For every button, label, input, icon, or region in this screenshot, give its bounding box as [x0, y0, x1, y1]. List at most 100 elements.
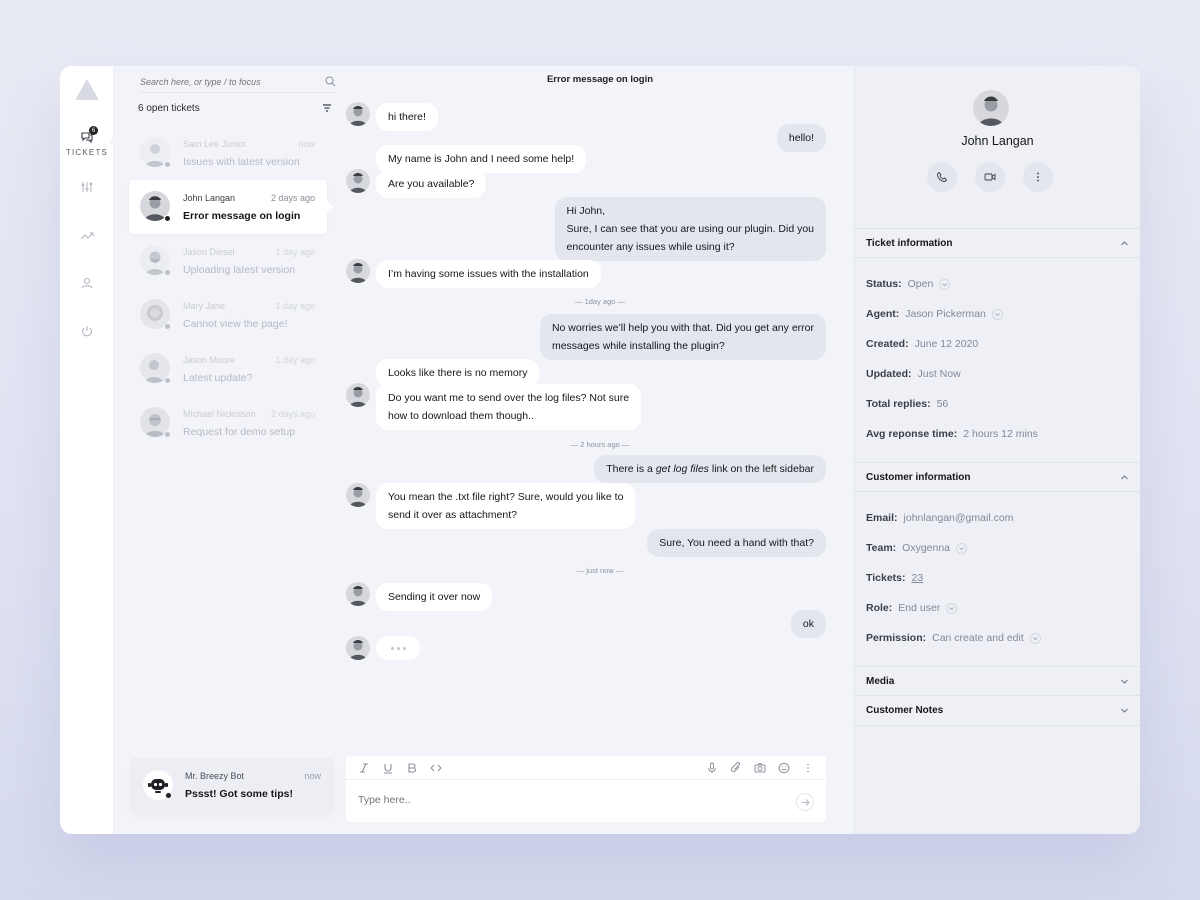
underline-icon[interactable] — [382, 762, 394, 774]
ticket-item[interactable]: Sam Lee Junior now Issues with latest ve… — [129, 126, 327, 180]
message-composer — [346, 756, 826, 822]
ticket-item[interactable]: Jason Diesel 1 day ago Uploading latest … — [129, 234, 327, 288]
field-label: Avg reponse time: — [866, 428, 958, 440]
role-row[interactable]: Role: End user — [866, 602, 958, 614]
search-icon[interactable] — [325, 76, 336, 87]
nav-analytics[interactable] — [60, 228, 114, 242]
ticket-name: Jason Moore — [183, 355, 236, 365]
customer-notes-header[interactable]: Customer Notes — [855, 696, 1140, 726]
chevron-down-icon — [991, 308, 1003, 320]
send-button[interactable] — [796, 793, 814, 811]
attachment-icon[interactable] — [730, 762, 742, 774]
ticket-time: 1 day ago — [275, 301, 315, 311]
avatar — [346, 102, 370, 126]
message-line: encounter any issues while using it? — [566, 241, 735, 253]
tickets-link[interactable]: 23 — [912, 572, 924, 584]
nav-tickets-label: TICKETS — [65, 148, 109, 157]
time-divider: — 1day ago — — [574, 297, 626, 306]
chevron-down-icon — [946, 602, 958, 614]
message-incoming: Sending it over now — [376, 583, 493, 611]
message-incoming: My name is John and I need some help! — [376, 145, 587, 173]
field-label: Agent: — [866, 308, 900, 320]
composer-toolbar — [346, 756, 826, 780]
open-tickets-count: 6 open tickets — [138, 103, 200, 114]
italic-icon[interactable] — [358, 762, 370, 774]
status-row[interactable]: Status: Open — [866, 278, 951, 290]
customer-name: John Langan — [961, 134, 1034, 148]
customer-info-header[interactable]: Customer information — [855, 462, 1140, 492]
agent-value: Jason Pickerman — [905, 308, 986, 320]
trend-up-icon — [80, 232, 94, 240]
nav-settings[interactable] — [60, 180, 114, 194]
ticket-item[interactable]: Jason Moore 1 day ago Latest update? — [129, 342, 327, 396]
message-line: send it over as attachment? — [388, 509, 517, 521]
message-outgoing: Sure, You need a hand with that? — [647, 529, 826, 557]
nav-tickets[interactable]: 6 TICKETS — [60, 126, 115, 157]
chat-panel: Error message on login hi there! hello! … — [346, 66, 854, 834]
media-header[interactable]: Media — [855, 666, 1140, 696]
team-value: Oxygenna — [902, 542, 951, 554]
ticket-time: 2 days ago — [270, 409, 315, 419]
chevron-up-icon — [1121, 241, 1128, 246]
status-dot — [164, 215, 171, 222]
message-incoming: Do you want me to send over the log file… — [376, 384, 642, 430]
nav-logout[interactable] — [60, 324, 114, 338]
ticket-item[interactable]: Michael Nickolson 2 days ago Request for… — [129, 396, 327, 450]
team-row[interactable]: Team: Oxygenna — [866, 542, 968, 554]
field-label: Team: — [866, 542, 897, 554]
ticket-info-header[interactable]: Ticket information — [855, 228, 1140, 258]
video-icon — [984, 173, 996, 181]
ticket-item[interactable]: Mary Jane 1 day ago Cannot view the page… — [129, 288, 327, 342]
avatar — [346, 169, 370, 193]
avatar — [346, 636, 370, 660]
field-label: Permission: — [866, 632, 927, 644]
message-line: how to download them though.. — [388, 410, 534, 422]
permission-value: Can create and edit — [932, 632, 1024, 644]
agent-row[interactable]: Agent: Jason Pickerman — [866, 308, 1003, 320]
permission-row[interactable]: Permission: Can create and edit — [866, 632, 1041, 644]
updated-row: Updated: Just Now — [866, 368, 961, 380]
message-line: Sure, I can see that you are using our p… — [566, 223, 814, 235]
chevron-down-icon — [956, 542, 968, 554]
camera-icon[interactable] — [754, 762, 766, 774]
bot-name: Mr. Breezy Bot — [185, 771, 245, 781]
message-input[interactable] — [358, 794, 778, 806]
replies-row: Total replies: 56 — [866, 398, 948, 410]
nav-profile[interactable] — [60, 276, 114, 290]
ticket-subject: Cannot view the page! — [183, 318, 288, 330]
message-text: link on the left sidebar — [708, 463, 814, 475]
message-incoming: Are you available? — [376, 170, 487, 198]
ticket-subject: Latest update? — [183, 372, 253, 384]
more-vertical-icon[interactable] — [802, 762, 814, 774]
emoji-icon[interactable] — [778, 762, 790, 774]
more-vertical-icon — [1037, 172, 1039, 182]
email-value: johnlangan@gmail.com — [903, 512, 1014, 524]
bold-icon[interactable] — [406, 762, 418, 774]
message-line: messages while installing the plugin? — [551, 340, 725, 352]
field-label: Updated: — [866, 368, 912, 380]
ticket-item-active[interactable]: John Langan 2 days ago Error message on … — [129, 180, 333, 234]
role-value: End user — [898, 602, 941, 614]
updated-value: Just Now — [917, 368, 961, 380]
bot-message: Pssst! Got some tips! — [185, 788, 293, 800]
more-button[interactable] — [1023, 162, 1053, 192]
call-button[interactable] — [927, 162, 957, 192]
field-label: Created: — [866, 338, 909, 350]
message-line: Hi John, — [566, 205, 606, 217]
bot-tip-card[interactable]: Mr. Breezy Bot now Pssst! Got some tips! — [131, 758, 333, 812]
replies-value: 56 — [936, 398, 949, 410]
chevron-down-icon — [1029, 632, 1041, 644]
app-window: 6 TICKETS 6 open tickets Sam Lee Junior … — [60, 66, 1140, 834]
ticket-name: John Langan — [183, 193, 236, 203]
video-call-button[interactable] — [975, 162, 1005, 192]
field-label: Status: — [866, 278, 902, 290]
ticket-subject: Issues with latest version — [183, 156, 300, 168]
microphone-icon[interactable] — [706, 762, 718, 774]
search-input[interactable] — [140, 76, 310, 87]
section-title: Customer information — [866, 471, 971, 483]
filter-icon[interactable] — [322, 103, 332, 113]
chevron-down-icon — [1121, 679, 1128, 684]
logo-icon[interactable] — [76, 80, 98, 100]
message-outgoing: There is a get log files link on the lef… — [594, 455, 826, 483]
code-icon[interactable] — [430, 762, 442, 774]
